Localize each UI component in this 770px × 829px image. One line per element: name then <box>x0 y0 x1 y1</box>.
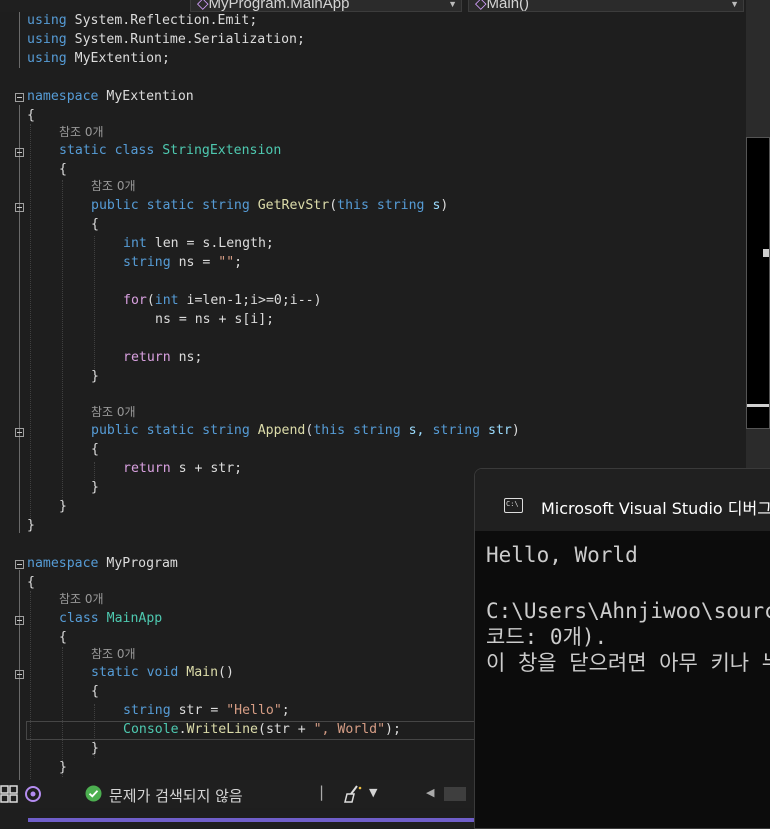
code-line: static class StringExtension <box>59 143 282 158</box>
code-line: for(int i=len-1;i>=0;i--) <box>123 293 322 308</box>
console-app-icon: C:\ <box>504 498 523 513</box>
class-icon: ◇ <box>197 0 209 12</box>
chevron-down-icon: ▼ <box>730 0 739 9</box>
debug-console-window[interactable]: C:\ Microsoft Visual Studio 디버그 콘솔 Hello… <box>474 468 770 829</box>
console-output-line: C:\Users\Ahnjiwoo\source\repos <box>486 599 770 623</box>
code-line: } <box>91 741 99 756</box>
code-line: { <box>27 575 35 590</box>
code-line: class MainApp <box>59 611 163 626</box>
code-line: ns = ns + s[i]; <box>155 312 275 327</box>
code-line: using MyExtention; <box>27 51 170 66</box>
codelens-references[interactable]: 참조 0개 <box>59 590 104 609</box>
code-line: string ns = ""; <box>123 255 243 270</box>
code-line: public static string GetRevStr(this stri… <box>91 198 449 213</box>
indent-guide <box>94 236 95 381</box>
chevron-down-icon[interactable]: ▼ <box>369 786 377 799</box>
horizontal-scrollbar-thumb[interactable] <box>444 787 466 801</box>
indent-guide <box>30 124 31 532</box>
fold-guide <box>19 105 20 533</box>
collapse-icon[interactable] <box>15 670 24 679</box>
code-line: } <box>59 499 67 514</box>
code-line: using System.Reflection.Emit; <box>27 13 258 28</box>
code-line: int len = s.Length; <box>123 236 274 251</box>
copilot-icon[interactable] <box>23 784 43 804</box>
status-separator: | <box>319 783 325 801</box>
codelens-references[interactable]: 참조 0개 <box>91 645 136 664</box>
code-line: static void Main() <box>91 665 234 680</box>
code-line: { <box>91 684 99 699</box>
preview-mark <box>763 249 769 257</box>
code-line: string str = "Hello"; <box>123 703 290 718</box>
code-line: { <box>27 108 35 123</box>
codelens-references[interactable]: 참조 0개 <box>91 403 136 422</box>
console-title: Microsoft Visual Studio 디버그 콘솔 <box>541 499 770 518</box>
code-line: namespace MyExtention <box>27 89 194 104</box>
code-line: return ns; <box>123 350 203 365</box>
code-line: { <box>59 162 67 177</box>
window-preview <box>746 137 770 429</box>
code-line: } <box>91 480 99 495</box>
code-line: { <box>91 217 99 232</box>
member-dropdown[interactable]: ◇Main() ▼ <box>468 0 744 12</box>
code-line: namespace MyProgram <box>27 556 178 571</box>
codelens-references[interactable]: 참조 0개 <box>91 177 136 196</box>
collapse-icon[interactable] <box>15 148 24 157</box>
code-line: { <box>91 442 99 457</box>
check-circle-icon <box>85 785 102 802</box>
scroll-left-icon[interactable]: ◀ <box>426 786 434 799</box>
code-line: } <box>59 760 67 775</box>
indent-guide <box>62 180 63 510</box>
preview-bar <box>747 404 769 407</box>
codelens-references[interactable]: 참조 0개 <box>59 123 104 142</box>
console-output-line: 이 창을 닫으려면 아무 키나 누르세요... <box>486 651 770 675</box>
fold-guide <box>19 12 20 68</box>
indent-guide <box>30 591 31 780</box>
collapse-icon[interactable] <box>15 560 24 569</box>
issues-status-text[interactable]: 문제가 검색되지 않음 <box>109 785 243 806</box>
code-line: { <box>59 630 67 645</box>
console-output-line: Hello, World <box>486 543 638 567</box>
code-line: } <box>27 518 35 533</box>
method-icon: ◇ <box>475 0 487 12</box>
console-output-line: 코드: 0개). <box>486 625 608 649</box>
collapse-icon[interactable] <box>15 93 24 102</box>
grid-icon[interactable] <box>0 785 18 803</box>
code-line: } <box>91 369 99 384</box>
console-titlebar[interactable]: C:\ Microsoft Visual Studio 디버그 콘솔 <box>475 469 770 531</box>
broom-icon[interactable] <box>343 784 365 804</box>
collapse-icon[interactable] <box>15 616 24 625</box>
collapse-icon[interactable] <box>15 428 24 437</box>
chevron-down-icon: ▼ <box>448 0 457 9</box>
collapse-icon[interactable] <box>15 203 24 212</box>
code-line: return s + str; <box>123 461 243 476</box>
code-line: using System.Runtime.Serialization; <box>27 32 305 47</box>
code-line: Console.WriteLine(str + ", World"); <box>123 722 401 737</box>
type-dropdown[interactable]: ◇MyProgram.MainApp ▼ <box>190 0 462 12</box>
code-line: public static string Append(this string … <box>91 423 520 438</box>
navigation-bar: ◇MyProgram.MainApp ▼ ◇Main() ▼ <box>0 0 770 12</box>
